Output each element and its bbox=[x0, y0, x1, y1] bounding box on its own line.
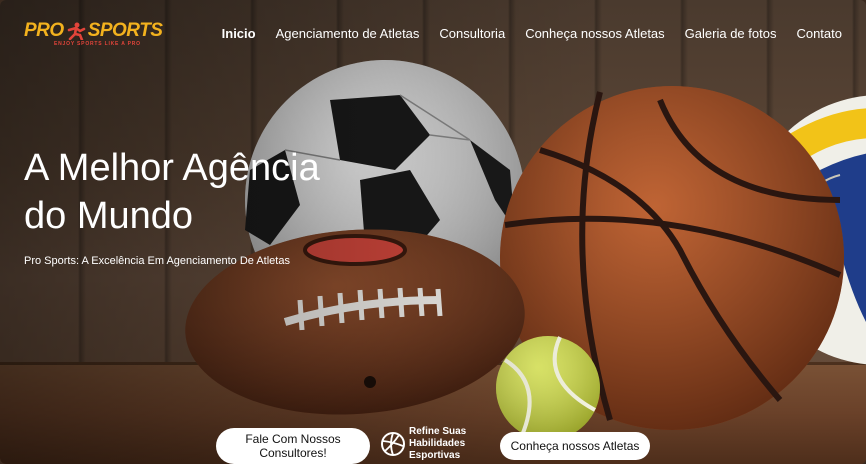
hero-title-line2: do Mundo bbox=[24, 195, 194, 237]
contact-consultants-button[interactable]: Fale Com Nossos Consultores! bbox=[216, 428, 370, 464]
badge-line2: Habilidades bbox=[409, 438, 466, 449]
hero-subtitle: Pro Sports: A Excelência Em Agenciamento… bbox=[24, 255, 290, 267]
hero-title: A Melhor Agência do Mundo bbox=[24, 144, 384, 240]
logo-text-sports: SPORTS bbox=[87, 20, 163, 41]
contact-button-line2: Consultores! bbox=[259, 446, 327, 460]
main-nav: Inicio Agenciamento de Atletas Consultor… bbox=[222, 26, 842, 41]
brand-logo[interactable]: PRO SPORTS ENJOY SPORTS LIKE A PRO bbox=[24, 20, 163, 47]
page: PRO SPORTS ENJOY SPORTS LIKE A PRO Inici… bbox=[0, 0, 866, 464]
meet-athletes-button[interactable]: Conheça nossos Atletas bbox=[500, 432, 650, 460]
contact-button-line1: Fale Com Nossos bbox=[245, 432, 341, 446]
nav-item-agenciamento[interactable]: Agenciamento de Atletas bbox=[276, 26, 420, 41]
nav-item-galeria[interactable]: Galeria de fotos bbox=[685, 26, 777, 41]
badge-line3: Esportivas bbox=[409, 450, 461, 461]
nav-item-inicio[interactable]: Inicio bbox=[222, 26, 256, 41]
hero-title-line1: A Melhor Agência bbox=[24, 147, 320, 189]
nav-item-consultoria[interactable]: Consultoria bbox=[439, 26, 505, 41]
logo-text-pro: PRO bbox=[24, 20, 64, 41]
nav-item-contato[interactable]: Contato bbox=[796, 26, 842, 41]
athlete-icon bbox=[67, 22, 85, 40]
skills-badge: Refine Suas Habilidades Esportivas bbox=[381, 426, 466, 462]
volleyball-icon bbox=[381, 432, 405, 456]
nav-item-atletas[interactable]: Conheça nossos Atletas bbox=[525, 26, 664, 41]
badge-line1: Refine Suas bbox=[409, 426, 467, 437]
